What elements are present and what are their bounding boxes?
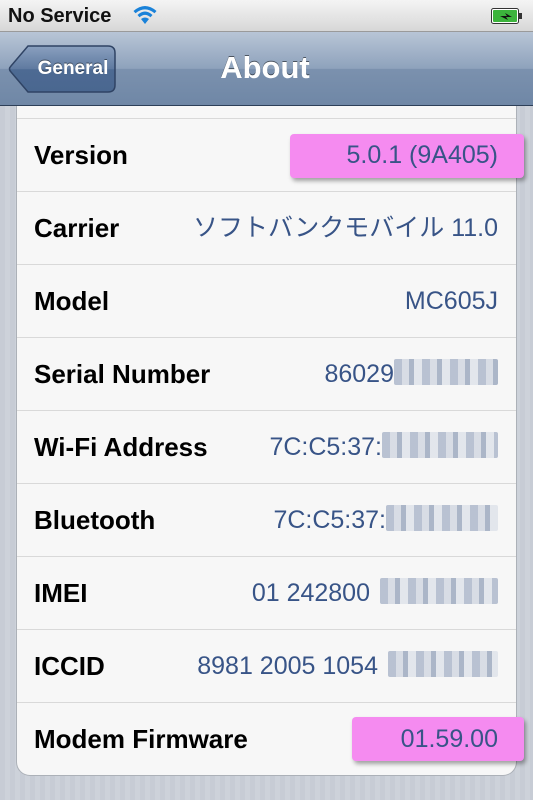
page-title: About	[220, 50, 310, 85]
carrier-value: ソフトバンクモバイル 11.0	[193, 214, 498, 242]
imei-value: 01 242800	[251, 579, 370, 607]
carrier-label: Carrier	[34, 213, 120, 243]
model-row: Model MC605J	[17, 265, 516, 338]
battery-charging-icon	[491, 8, 522, 24]
wifi-address-row: Wi-Fi Address 7C:C5:37:	[17, 411, 516, 484]
imei-label: IMEI	[34, 578, 88, 608]
bluetooth-value: 7C:C5:37:	[273, 506, 386, 534]
iccid-value-wrap: 8981 2005 1054	[197, 630, 498, 703]
clipped-row	[17, 106, 516, 119]
version-row: Version 5.0.1 (9A405)	[17, 119, 524, 192]
iccid-value: 8981 2005 1054	[197, 652, 378, 680]
about-content[interactable]: Version 5.0.1 (9A405) Carrier ソフトバンクモバイル…	[0, 106, 533, 800]
wifi-address-label: Wi-Fi Address	[34, 432, 208, 462]
redacted-blur	[382, 432, 498, 459]
bluetooth-value-wrap: 7C:C5:37:	[273, 484, 498, 557]
redacted-blur	[386, 505, 498, 532]
serial-number-value-wrap: 86029	[324, 338, 498, 411]
carrier-row: Carrier ソフトバンクモバイル 11.0	[17, 192, 516, 265]
model-value: MC605J	[404, 287, 498, 315]
carrier-label: No Service	[8, 5, 112, 27]
iccid-row: ICCID 8981 2005 1054	[17, 630, 516, 703]
serial-number-value: 86029	[324, 360, 394, 388]
bluetooth-row: Bluetooth 7C:C5:37:	[17, 484, 516, 557]
navigation-bar: General About	[0, 32, 533, 106]
redacted-blur	[380, 578, 498, 605]
wifi-address-value: 7C:C5:37:	[269, 433, 382, 461]
status-bar: No Service	[0, 0, 533, 32]
imei-value-wrap: 01 242800	[252, 557, 498, 630]
version-value: 5.0.1 (9A405)	[346, 141, 499, 169]
imei-row: IMEI 01 242800	[17, 557, 516, 630]
version-label: Version	[34, 140, 128, 170]
redacted-blur	[394, 359, 498, 386]
bluetooth-label: Bluetooth	[34, 505, 156, 535]
back-button-general[interactable]: General	[8, 45, 116, 93]
iccid-label: ICCID	[34, 651, 105, 681]
wifi-address-value-wrap: 7C:C5:37:	[269, 411, 498, 484]
serial-number-row: Serial Number 86029	[17, 338, 516, 411]
modem-firmware-value: 01.59.00	[400, 725, 498, 753]
model-label: Model	[34, 286, 110, 316]
wifi-icon	[133, 6, 157, 24]
back-button-label: General	[37, 58, 109, 79]
serial-number-label: Serial Number	[34, 359, 211, 389]
redacted-blur	[388, 651, 498, 678]
about-info-group: Version 5.0.1 (9A405) Carrier ソフトバンクモバイル…	[16, 106, 524, 776]
modem-firmware-row: Modem Firmware 01.59.00	[17, 703, 524, 776]
modem-firmware-label: Modem Firmware	[34, 724, 248, 754]
